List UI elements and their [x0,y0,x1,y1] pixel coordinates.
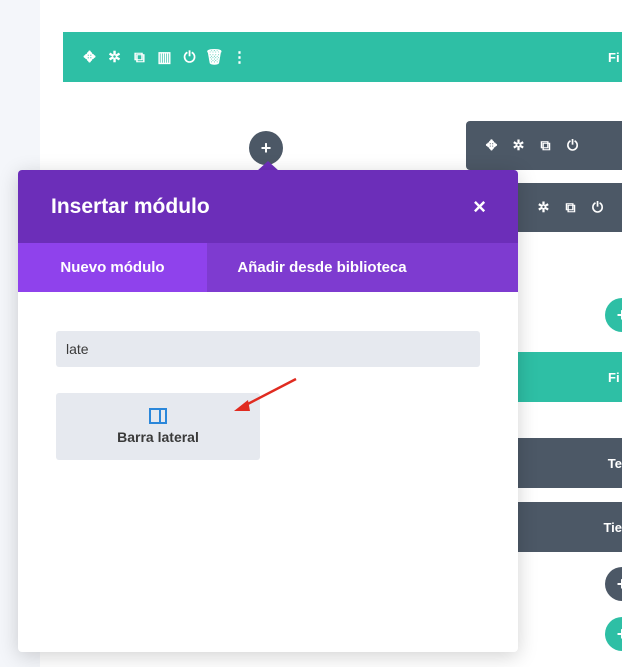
modal-header: Insertar módulo × [18,170,518,243]
section-label: Fi [608,369,620,385]
plus-icon: + [616,623,622,644]
move-icon[interactable]: ✥ [77,45,102,70]
module-bar[interactable]: Tie [518,502,622,552]
module-search-input[interactable] [56,331,480,367]
modal-title: Insertar módulo [51,194,210,218]
power-icon[interactable]: ⏻ [177,45,202,70]
modal-tabs: Nuevo módulo Añadir desde biblioteca [18,243,518,292]
gear-icon[interactable]: ✲ [102,45,127,70]
module-bar-label: Tie [603,519,622,535]
module-toolbar: ✥ ✲ ⧉ ⏻ [466,121,622,170]
columns-icon[interactable]: ▥ [152,45,177,70]
module-toolbar-2: ✲ ⧉ ⏻ [518,183,622,232]
close-icon[interactable]: × [473,194,486,220]
row-toolbar: ✥ ✲ ⧉ ▥ ⏻ 🗑 ⋮ Fi [63,32,622,82]
trash-icon[interactable]: 🗑 [202,45,227,70]
plus-icon: + [616,573,622,594]
section-toolbar: Fi [518,352,622,402]
annotation-arrow-icon [234,377,297,411]
duplicate-icon[interactable]: ⧉ [127,45,152,70]
gear-icon[interactable]: ✲ [530,195,557,220]
row-label: Fi [608,49,620,65]
module-option-label: Barra lateral [117,429,199,445]
power-icon[interactable]: ⏻ [559,133,586,158]
plus-icon: + [260,137,272,158]
module-bar-label: Te [607,455,622,471]
sidebar-icon [149,408,167,424]
module-bar[interactable]: Te [518,438,622,488]
duplicate-icon[interactable]: ⧉ [557,195,584,220]
more-icon[interactable]: ⋮ [227,45,252,70]
tab-add-from-library[interactable]: Añadir desde biblioteca [207,243,437,292]
move-icon[interactable]: ✥ [478,133,505,158]
duplicate-icon[interactable]: ⧉ [532,133,559,158]
plus-icon: + [616,304,622,325]
add-module-button[interactable]: + [249,131,283,165]
gear-icon[interactable]: ✲ [505,133,532,158]
tab-new-module[interactable]: Nuevo módulo [18,243,207,292]
power-icon[interactable]: ⏻ [584,195,611,220]
